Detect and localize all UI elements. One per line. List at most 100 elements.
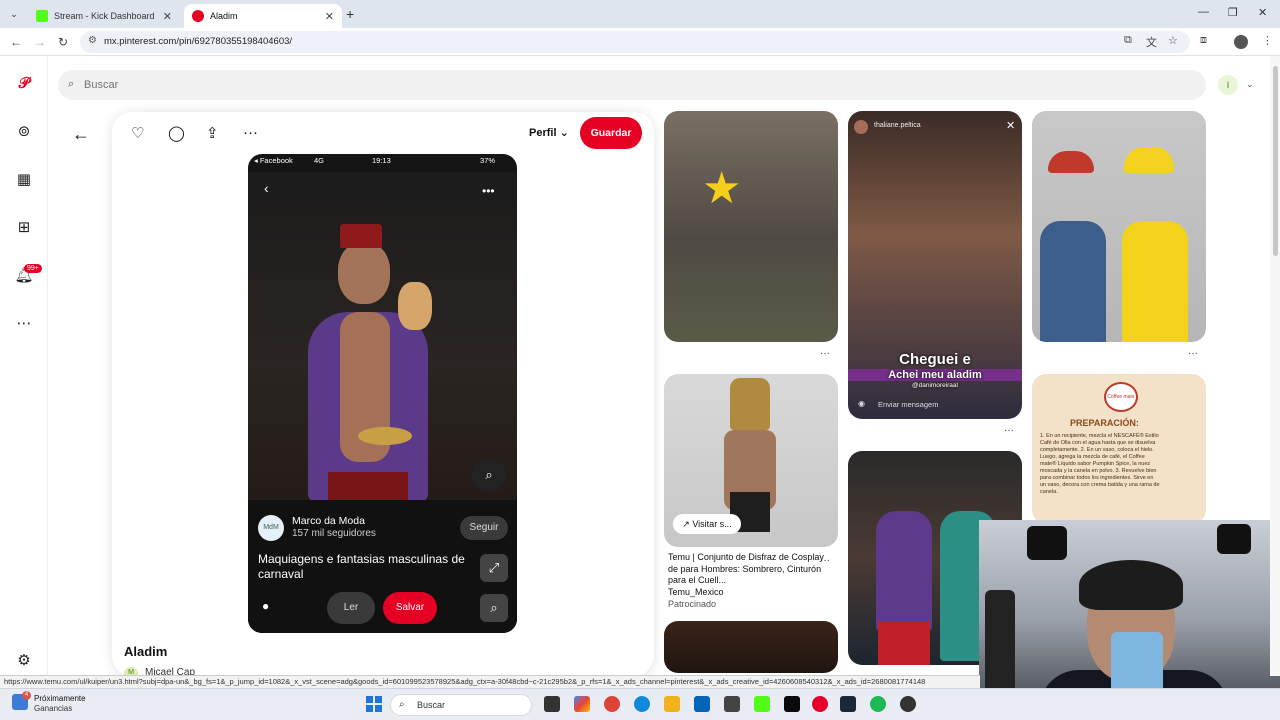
kick-icon[interactable] xyxy=(754,696,770,712)
windows-start-icon[interactable] xyxy=(366,696,382,712)
explore-compass-icon[interactable]: ⊚ xyxy=(14,122,34,142)
tab-label: Aladim xyxy=(210,11,238,21)
close-icon: ✕ xyxy=(1006,120,1016,132)
related-pin-star-costume[interactable]: ★ xyxy=(664,111,838,342)
search-input[interactable] xyxy=(84,70,1184,100)
pin-more-icon[interactable]: ··· xyxy=(1188,348,1198,359)
bookmark-star-icon[interactable]: ☆ xyxy=(1168,34,1178,47)
settings-gear-icon[interactable]: ⚙ xyxy=(14,651,34,671)
more-options-icon[interactable]: ··· xyxy=(243,124,258,141)
close-tab-icon[interactable]: ✕ xyxy=(325,10,334,23)
account-avatar[interactable]: I xyxy=(1218,75,1238,95)
url-text: mx.pinterest.com/pin/692780355198404603/ xyxy=(104,36,293,47)
pin-more-icon[interactable]: ··· xyxy=(1004,425,1014,436)
messages-icon[interactable]: ⋯ xyxy=(14,314,34,334)
channel-avatar: MdM xyxy=(258,515,284,541)
related-pin-dark[interactable] xyxy=(664,621,838,673)
widgets-title[interactable]: Próximamente xyxy=(34,694,86,703)
taskbar-search[interactable]: ⌕ Buscar xyxy=(390,694,532,716)
back-arrow-icon[interactable]: ← xyxy=(72,124,90,145)
search-icon: ⌕ xyxy=(68,78,75,90)
minimize-icon[interactable]: — xyxy=(1198,6,1209,18)
site-info-icon[interactable]: ⚙ xyxy=(88,35,97,46)
translate-icon[interactable]: 文 xyxy=(1146,34,1157,50)
account-chevron-down-icon[interactable]: ⌄ xyxy=(1246,79,1254,90)
boards-icon[interactable]: ▦ xyxy=(14,170,34,190)
install-app-icon[interactable]: ⧉ xyxy=(1124,34,1132,47)
overlay-text-2: Achei meu aladim xyxy=(848,369,1022,381)
taskbar-search-label: Buscar xyxy=(417,700,446,710)
scrollbar-thumb[interactable] xyxy=(1273,66,1278,256)
restore-icon[interactable]: ❐ xyxy=(1228,6,1238,19)
browser-toolbar: ← → ↻ ⚙ mx.pinterest.com/pin/69278035519… xyxy=(0,28,1280,56)
pin-image[interactable]: ◂ Facebook 4G 19:13 37% ‹ ••• ⌕ MdM Marc… xyxy=(248,154,517,633)
follow-button: Seguir xyxy=(460,516,508,540)
coffee-mate-logo: Coffee mate xyxy=(1104,382,1138,412)
lens-search-icon[interactable]: ⌕ xyxy=(480,594,508,622)
pin-more-icon[interactable]: ··· xyxy=(820,348,830,359)
reload-icon[interactable]: ↻ xyxy=(58,35,68,49)
pin-title: Aladim xyxy=(124,644,168,659)
ad-title[interactable]: Temu | Conjunto de Disfraz de Cosplay de… xyxy=(668,552,828,587)
phone-save-button: Salvar xyxy=(383,592,437,624)
outlook-icon[interactable] xyxy=(694,696,710,712)
sponsored-label: Patrocinado xyxy=(668,599,717,609)
file-explorer-icon[interactable] xyxy=(664,696,680,712)
camera-icon: ◉ xyxy=(858,399,865,408)
back-icon[interactable]: ← xyxy=(10,35,22,49)
kick-favicon-icon xyxy=(36,10,48,22)
channel-name: Marco da Moda xyxy=(292,515,365,527)
forward-icon[interactable]: → xyxy=(34,35,46,49)
heart-icon[interactable]: ♡ xyxy=(131,124,144,142)
overlay-text-1: Cheguei e xyxy=(899,351,971,368)
creator-avatar xyxy=(854,120,868,134)
close-window-icon[interactable]: ✕ xyxy=(1258,6,1267,19)
menu-kebab-icon[interactable]: ⋮ xyxy=(1262,34,1273,47)
widgets-subtitle: Ganancias xyxy=(34,704,73,713)
profile-dropdown[interactable]: Perfil ⌄ xyxy=(529,126,569,139)
pinterest-logo-icon[interactable]: 𝒫 xyxy=(14,74,34,94)
widgets-badge: 4 xyxy=(22,691,31,700)
save-button[interactable]: Guardar xyxy=(580,117,642,149)
visit-site-label: Visitar s... xyxy=(692,519,732,529)
visit-site-button[interactable]: ↗ Visitar s... xyxy=(673,514,741,534)
visual-search-icon[interactable]: ⌕ xyxy=(472,458,506,492)
related-pin-pikachu-ash[interactable] xyxy=(1032,111,1206,342)
chevron-down-icon: ⌄ xyxy=(559,127,569,139)
phone-status-time: 19:13 xyxy=(372,156,391,165)
external-link-icon: ↗ xyxy=(682,519,690,529)
phone-more-icon: ••• xyxy=(482,184,495,198)
opera-icon[interactable] xyxy=(812,696,828,712)
app-icon[interactable] xyxy=(784,696,800,712)
address-bar[interactable]: ⚙ mx.pinterest.com/pin/69278035519840460… xyxy=(80,31,1190,53)
tab-search-chevron-icon[interactable]: ⌄ xyxy=(6,6,22,22)
creator-username: thaliane.peltica xyxy=(874,122,921,129)
edge-icon[interactable] xyxy=(634,696,650,712)
comment-icon[interactable]: ◯ xyxy=(168,124,185,142)
pinterest-favicon-icon xyxy=(192,10,204,22)
video-caption: Maquiagens e fantasias masculinas de car… xyxy=(258,552,465,581)
spotify-icon[interactable] xyxy=(870,696,886,712)
ad-brand[interactable]: Temu_Mexico xyxy=(668,587,724,597)
tab-aladim[interactable]: Aladim ✕ xyxy=(184,4,342,28)
expand-icon[interactable]: ⤢ xyxy=(480,554,508,582)
close-tab-icon[interactable]: ✕ xyxy=(163,10,172,23)
profile-avatar-icon[interactable] xyxy=(1234,35,1248,49)
phone-status-battery: 37% xyxy=(480,156,496,165)
related-pin-aladdin-couple[interactable]: thaliane.peltica ✕ Cheguei e Achei meu a… xyxy=(848,111,1022,419)
read-button: Ler xyxy=(327,592,375,624)
share-icon[interactable]: ⇪ xyxy=(206,124,219,142)
task-view-icon[interactable] xyxy=(544,696,560,712)
link-preview-status: https://www.temu.com/ul/kuiper/un3.html?… xyxy=(0,675,980,688)
create-plus-icon[interactable]: ⊞ xyxy=(14,218,34,238)
tab-kick-dashboard[interactable]: Stream - Kick Dashboard ✕ xyxy=(28,4,180,28)
tab-strip: ⌄ Stream - Kick Dashboard ✕ Aladim ✕ + —… xyxy=(0,0,1280,28)
overlay-handle: @danimoreiraal xyxy=(912,382,958,389)
copilot-icon[interactable] xyxy=(574,696,590,712)
new-tab-icon[interactable]: + xyxy=(346,6,354,22)
app-icon[interactable] xyxy=(900,696,916,712)
steam-icon[interactable] xyxy=(840,696,856,712)
extensions-icon[interactable]: ⧈ xyxy=(1200,34,1207,47)
app-icon[interactable] xyxy=(724,696,740,712)
chrome-icon[interactable] xyxy=(604,696,620,712)
